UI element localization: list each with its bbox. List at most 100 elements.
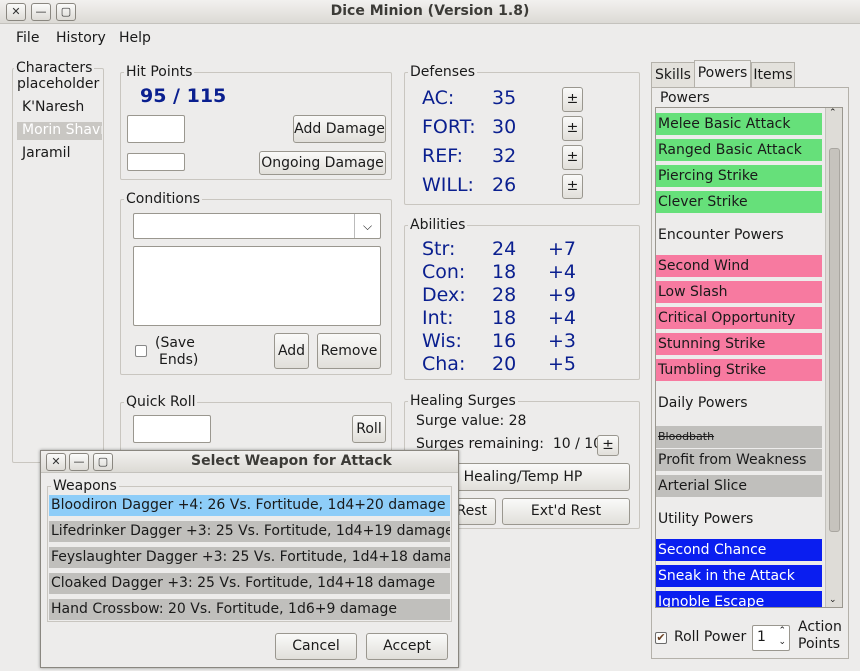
ongoing-damage-input[interactable]	[127, 153, 185, 171]
tab-items[interactable]: Items	[751, 62, 795, 87]
power-item[interactable]: Critical Opportunity	[656, 307, 822, 329]
abilities-legend: Abilities	[408, 217, 468, 233]
power-item[interactable]: Piercing Strike	[656, 165, 822, 187]
accept-button[interactable]: Accept	[366, 633, 448, 660]
scroll-down-icon[interactable]: ⌄	[829, 595, 837, 605]
defense-adjust-button[interactable]: ±	[562, 174, 583, 199]
ability-score: 18	[492, 307, 517, 329]
action-points-spinner[interactable]: 1 ⌃ ⌄	[752, 625, 790, 651]
conditions-combo[interactable]: ⌵	[133, 213, 381, 239]
menu-help[interactable]: Help	[119, 30, 151, 46]
defense-label: FORT:	[422, 116, 476, 138]
ability-score: 28	[492, 284, 517, 306]
power-item[interactable]: Second Chance	[656, 539, 822, 561]
surge-value: Surge value: 28	[416, 413, 527, 429]
title-bar: ✕ — ▢ Dice Minion (Version 1.8)	[0, 0, 860, 24]
ability-modifier: +4	[548, 261, 577, 283]
action-points-label: Action Points	[798, 619, 842, 653]
quick-roll-legend: Quick Roll	[124, 394, 198, 410]
healing-legend: Healing Surges	[408, 393, 518, 409]
scrollbar-thumb[interactable]	[829, 148, 840, 532]
character-item[interactable]: K'Naresh	[22, 99, 84, 115]
power-item[interactable]: Sneak in the Attack	[656, 565, 822, 587]
add-condition-button[interactable]: Add	[274, 333, 309, 369]
character-item-selected[interactable]: Morin Shavro	[17, 122, 102, 140]
defense-adjust-button[interactable]: ±	[562, 116, 583, 141]
power-item[interactable]: Melee Basic Attack	[656, 113, 822, 135]
ability-score: 16	[492, 330, 517, 352]
action-points-label-line2: Points	[798, 636, 841, 652]
powers-list[interactable]: Melee Basic Attack Ranged Basic Attack Pie…	[655, 107, 843, 608]
roll-power-checkbox[interactable]: ✔	[655, 632, 667, 644]
powers-scrollbar[interactable]: ⌃ ⌄	[825, 108, 842, 607]
ability-modifier: +7	[548, 238, 577, 260]
dialog-close-icon[interactable]: ✕	[46, 453, 66, 471]
dialog-minimize-icon[interactable]: —	[69, 453, 89, 471]
defense-adjust-button[interactable]: ±	[562, 87, 583, 112]
dialog-maximize-icon[interactable]: ▢	[93, 453, 113, 471]
power-item[interactable]: Bloodbath	[656, 426, 822, 448]
damage-input[interactable]	[127, 115, 185, 143]
character-item[interactable]: placeholder	[17, 76, 99, 92]
tab-powers[interactable]: Powers	[694, 60, 751, 88]
spin-up-icon[interactable]: ⌃	[778, 626, 786, 636]
ability-name: Con:	[422, 261, 466, 283]
ability-name: Cha:	[422, 353, 466, 375]
roll-button[interactable]: Roll	[352, 415, 386, 443]
power-item[interactable]: Arterial Slice	[656, 475, 822, 497]
ability-modifier: +9	[548, 284, 577, 306]
weapon-item[interactable]: Hand Crossbow: 20 Vs. Fortitude, 1d6+9 d…	[49, 599, 450, 620]
defense-value: 30	[492, 116, 517, 138]
tab-skills[interactable]: Skills	[651, 62, 695, 87]
menu-history[interactable]: History	[56, 30, 106, 46]
ability-name: Wis:	[422, 330, 462, 352]
surges-adjust-button[interactable]: ±	[597, 435, 619, 456]
power-section-header[interactable]: Utility Powers	[656, 506, 822, 532]
save-ends-label-line1: (Save	[155, 335, 195, 351]
weapon-item[interactable]: Cloaked Dagger +3: 25 Vs. Fortitude, 1d4…	[49, 573, 450, 594]
ability-modifier: +3	[548, 330, 577, 352]
defense-value: 26	[492, 174, 517, 196]
power-item[interactable]: Tumbling Strike	[656, 359, 822, 381]
quick-roll-input[interactable]	[133, 415, 211, 443]
hit-points-legend: Hit Points	[124, 64, 195, 80]
power-item[interactable]: Ignoble Escape	[656, 591, 822, 607]
conditions-legend: Conditions	[124, 191, 203, 207]
power-item[interactable]: Clever Strike	[656, 191, 822, 213]
ability-modifier: +5	[548, 353, 577, 375]
power-item[interactable]: Second Wind	[656, 255, 822, 277]
character-item[interactable]: Jaramil	[22, 145, 70, 161]
scroll-up-icon[interactable]: ⌃	[829, 108, 837, 118]
weapon-item[interactable]: Lifedrinker Dagger +3: 25 Vs. Fortitude,…	[49, 521, 450, 542]
ability-score: 18	[492, 261, 517, 283]
hit-points-value: 95 / 115	[140, 85, 227, 107]
power-section-header[interactable]: Encounter Powers	[656, 222, 822, 248]
conditions-list[interactable]	[133, 246, 381, 326]
dialog-title-bar: ✕ — ▢ Select Weapon for Attack	[41, 451, 458, 473]
save-ends-label-line2: Ends)	[159, 352, 199, 368]
add-damage-button[interactable]: Add Damage	[293, 115, 386, 143]
extended-rest-button[interactable]: Ext'd Rest	[502, 498, 630, 525]
menu-file[interactable]: File	[16, 30, 39, 46]
cancel-button[interactable]: Cancel	[275, 633, 357, 660]
spin-down-icon[interactable]: ⌄	[778, 637, 786, 647]
power-section-header[interactable]: Daily Powers	[656, 390, 822, 416]
power-item[interactable]: Low Slash	[656, 281, 822, 303]
defense-adjust-button[interactable]: ±	[562, 145, 583, 170]
ongoing-damage-button[interactable]: Ongoing Damage	[259, 151, 386, 175]
save-ends-label: (Save Ends)	[155, 335, 198, 369]
chevron-down-icon[interactable]: ⌵	[354, 214, 380, 238]
action-points-value: 1	[757, 629, 766, 645]
remove-condition-button[interactable]: Remove	[317, 333, 381, 369]
power-item[interactable]: Stunning Strike	[656, 333, 822, 355]
action-points-label-line1: Action	[798, 619, 842, 635]
defense-value: 35	[492, 87, 517, 109]
save-ends-checkbox[interactable]	[135, 345, 147, 357]
weapon-item[interactable]: Bloodiron Dagger +4: 26 Vs. Fortitude, 1…	[49, 495, 450, 516]
power-item[interactable]: Ranged Basic Attack	[656, 139, 822, 161]
weapon-item[interactable]: Feyslaughter Dagger +3: 25 Vs. Fortitude…	[49, 547, 450, 568]
defense-value: 32	[492, 145, 517, 167]
ability-score: 20	[492, 353, 517, 375]
roll-power-label: Roll Power	[674, 629, 747, 645]
power-item[interactable]: Profit from Weakness	[656, 449, 822, 471]
